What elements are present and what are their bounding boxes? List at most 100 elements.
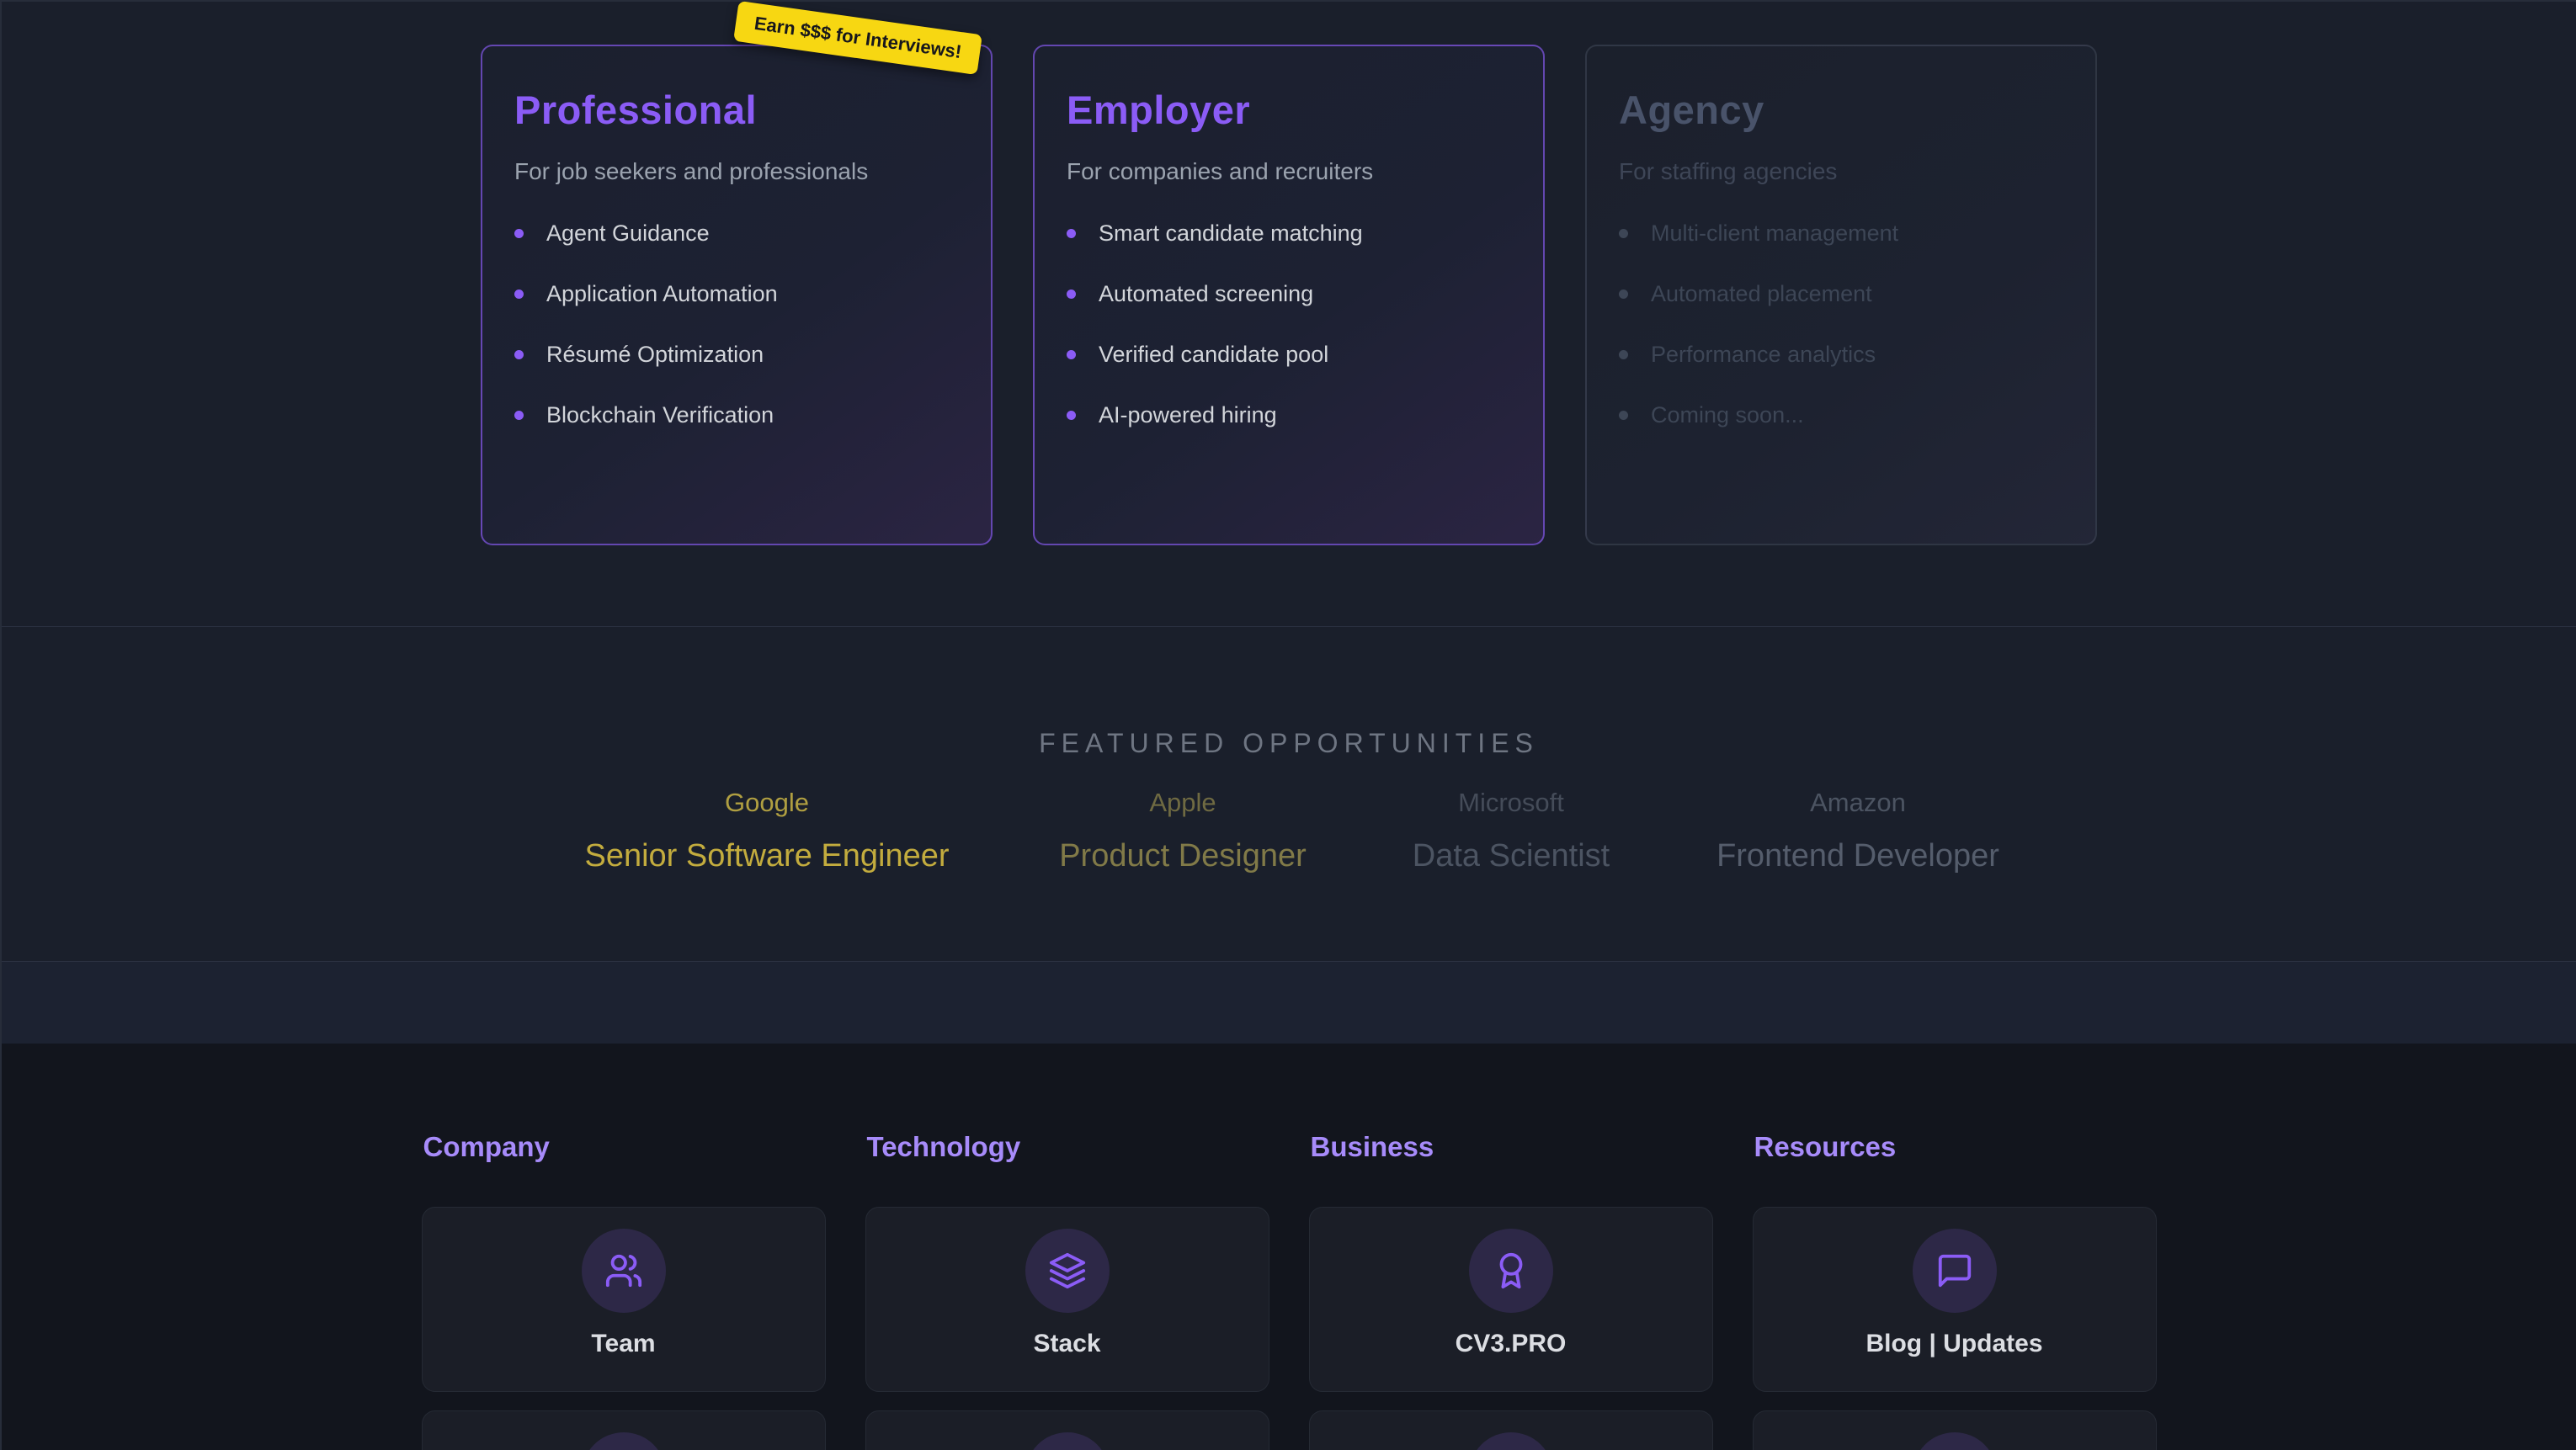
footer-column-heading: Company — [423, 1131, 826, 1163]
footer-card-partial[interactable] — [1309, 1410, 1713, 1450]
plan-feature: Verified candidate pool — [1067, 342, 1511, 367]
bullet-dot-icon — [514, 350, 524, 359]
plan-subtitle: For staffing agencies — [1619, 158, 2063, 185]
plan-feature-label: Automated placement — [1651, 281, 1872, 307]
footer-card-partial[interactable] — [422, 1410, 826, 1450]
icon-circle — [1025, 1432, 1110, 1450]
plan-title: Agency — [1619, 87, 2063, 133]
plan-feature-label: Résumé Optimization — [546, 342, 764, 368]
footer-column-heading: Technology — [867, 1131, 1269, 1163]
job-company: Amazon — [1716, 788, 1999, 818]
footer-card-partial[interactable] — [1753, 1410, 2157, 1450]
plan-feature-label: Coming soon... — [1651, 402, 1804, 428]
bullet-dot-icon — [514, 229, 524, 238]
plan-feature: Automated screening — [1067, 281, 1511, 306]
bullet-dot-icon — [514, 411, 524, 420]
footer-column-resources: Resources Blog | Updates — [1753, 1131, 2157, 1450]
plan-feature-label: Multi-client management — [1651, 220, 1898, 247]
bullet-dot-icon — [1619, 229, 1628, 238]
bullet-dot-icon — [1619, 350, 1628, 359]
plan-feature: Performance analytics — [1619, 342, 2063, 367]
plan-feature: Application Automation — [514, 281, 959, 306]
icon-circle — [1469, 1229, 1553, 1313]
award-icon — [1492, 1251, 1530, 1290]
layers-icon — [1048, 1251, 1087, 1290]
users-icon — [604, 1251, 643, 1290]
job-company: Google — [584, 788, 949, 818]
plan-feature-label: Verified candidate pool — [1099, 342, 1328, 368]
job-title: Frontend Developer — [1716, 838, 1999, 874]
icon-circle — [1913, 1229, 1997, 1313]
featured-opportunities-section: FEATURED OPPORTUNITIES Google Senior Sof… — [2, 627, 2576, 962]
bullet-dot-icon — [1067, 411, 1076, 420]
plan-feature: Blockchain Verification — [514, 402, 959, 428]
footer-card-team[interactable]: Team — [422, 1207, 826, 1392]
icon-circle — [582, 1229, 666, 1313]
bullet-dot-icon — [514, 289, 524, 299]
plan-title: Employer — [1067, 87, 1511, 133]
bullet-dot-icon — [1067, 350, 1076, 359]
footer-card-label: Blog | Updates — [1865, 1330, 2042, 1358]
job-title: Senior Software Engineer — [584, 838, 949, 874]
plan-card-professional[interactable]: Earn $$$ for Interviews! Professional Fo… — [481, 45, 993, 545]
plan-subtitle: For companies and recruiters — [1067, 158, 1511, 185]
job-company: Microsoft — [1413, 788, 1610, 818]
featured-heading: FEATURED OPPORTUNITIES — [2, 728, 2576, 759]
footer-card-cv3pro[interactable]: CV3.PRO — [1309, 1207, 1713, 1392]
bullet-dot-icon — [1067, 289, 1076, 299]
icon-circle — [582, 1432, 666, 1450]
plan-feature: Résumé Optimization — [514, 342, 959, 367]
plan-cards-row: Earn $$$ for Interviews! Professional Fo… — [2, 2, 2576, 545]
icon-circle — [1913, 1432, 1997, 1450]
plan-feature-label: Automated screening — [1099, 281, 1313, 307]
bullet-dot-icon — [1619, 289, 1628, 299]
plan-feature-label: Blockchain Verification — [546, 402, 774, 428]
plan-title: Professional — [514, 87, 959, 133]
footer-card-stack[interactable]: Stack — [865, 1207, 1269, 1392]
footer-grid: Company Team Technology Stack — [2, 1044, 2576, 1450]
plan-feature-list: Smart candidate matching Automated scree… — [1067, 220, 1511, 428]
footer-card-label: Team — [591, 1330, 655, 1358]
plan-feature-list: Agent Guidance Application Automation Ré… — [514, 220, 959, 428]
plan-feature: Agent Guidance — [514, 220, 959, 246]
footer-column-heading: Business — [1311, 1131, 1713, 1163]
job-company: Apple — [1059, 788, 1307, 818]
icon-circle — [1469, 1432, 1553, 1450]
featured-job-apple: Apple Product Designer — [1059, 788, 1307, 874]
plan-feature-label: Smart candidate matching — [1099, 220, 1363, 247]
plan-feature-label: AI-powered hiring — [1099, 402, 1277, 428]
plan-feature-list: Multi-client management Automated placem… — [1619, 220, 2063, 428]
footer-column-technology: Technology Stack — [865, 1131, 1269, 1450]
job-title: Data Scientist — [1413, 838, 1610, 874]
plan-feature-label: Performance analytics — [1651, 342, 1876, 368]
speech-bubble-icon — [1935, 1251, 1974, 1290]
icon-circle — [1025, 1229, 1110, 1313]
plan-feature: AI-powered hiring — [1067, 402, 1511, 428]
footer-card-label: Stack — [1033, 1330, 1100, 1358]
plan-feature: Multi-client management — [1619, 220, 2063, 246]
footer-card-partial[interactable] — [865, 1410, 1269, 1450]
plan-feature: Smart candidate matching — [1067, 220, 1511, 246]
featured-job-google: Google Senior Software Engineer — [584, 788, 949, 874]
featured-job-microsoft: Microsoft Data Scientist — [1413, 788, 1610, 874]
footer-card-label: CV3.PRO — [1456, 1330, 1567, 1358]
footer-column-company: Company Team — [422, 1131, 826, 1450]
plan-feature: Coming soon... — [1619, 402, 2063, 428]
footer-column-business: Business CV3.PRO — [1309, 1131, 1713, 1450]
earn-for-interviews-badge: Earn $$$ for Interviews! — [733, 1, 982, 75]
footer-card-blog-updates[interactable]: Blog | Updates — [1753, 1207, 2157, 1392]
landing-page: Earn $$$ for Interviews! Professional Fo… — [0, 0, 2576, 1450]
plan-feature-label: Agent Guidance — [546, 220, 710, 247]
featured-job-amazon: Amazon Frontend Developer — [1716, 788, 1999, 874]
plan-subtitle: For job seekers and professionals — [514, 158, 959, 185]
section-spacer-band — [2, 962, 2576, 1044]
plan-card-employer[interactable]: Employer For companies and recruiters Sm… — [1033, 45, 1545, 545]
job-title: Product Designer — [1059, 838, 1307, 874]
plan-feature: Automated placement — [1619, 281, 2063, 306]
site-footer: Company Team Technology Stack — [2, 1044, 2576, 1450]
bullet-dot-icon — [1619, 411, 1628, 420]
plan-feature-label: Application Automation — [546, 281, 778, 307]
bullet-dot-icon — [1067, 229, 1076, 238]
footer-column-heading: Resources — [1754, 1131, 2157, 1163]
plan-card-agency-disabled: Agency For staffing agencies Multi-clien… — [1585, 45, 2097, 545]
